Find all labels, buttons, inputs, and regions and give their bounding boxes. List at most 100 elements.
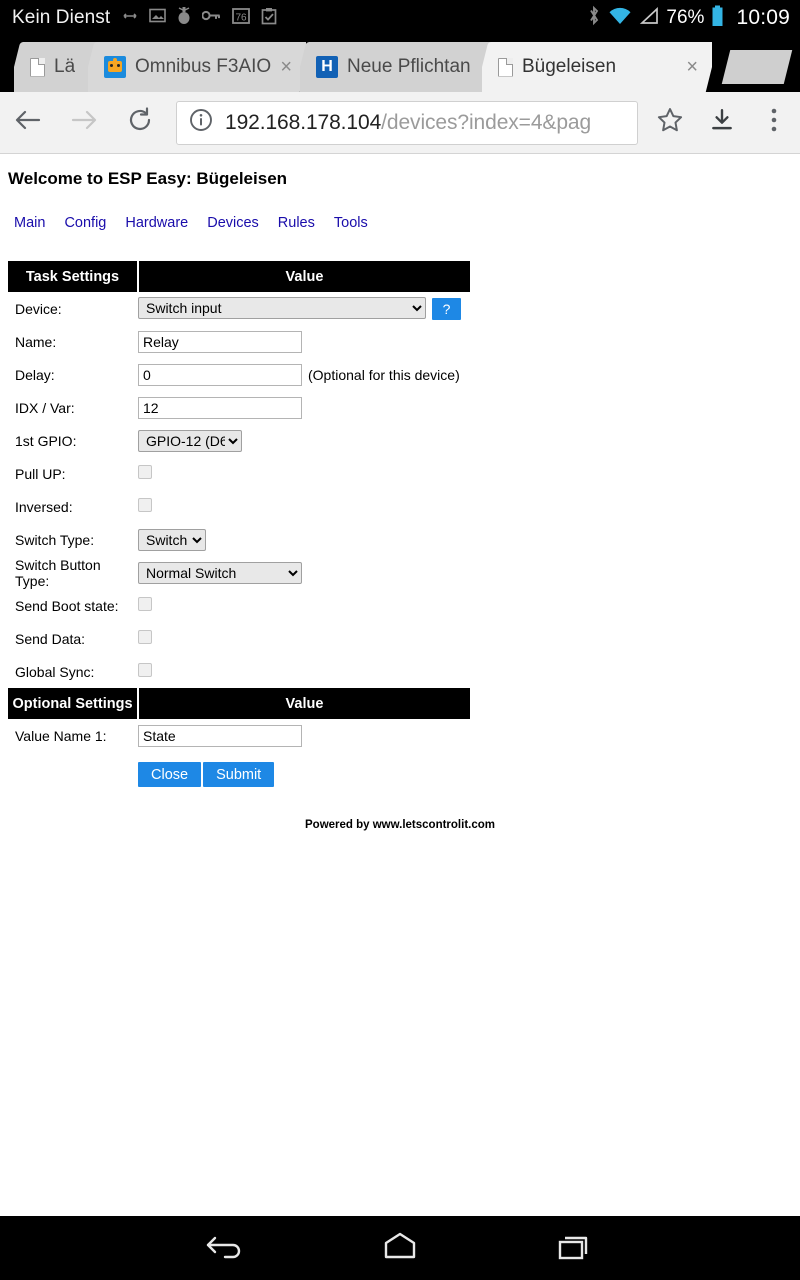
table-row-global-sync: Global Sync:	[8, 655, 470, 688]
table-row-delay: Delay: (Optional for this device)	[8, 358, 470, 391]
tab-title: Omnibus F3AIO	[135, 56, 272, 77]
close-button[interactable]: Close	[138, 762, 202, 787]
status-icons-left: 76	[122, 6, 277, 30]
delay-hint: (Optional for this device)	[308, 366, 460, 383]
android-home-icon	[378, 1230, 422, 1267]
inversed-checkbox[interactable]	[138, 498, 152, 512]
table-row-value-name-1: Value Name 1:	[8, 719, 470, 752]
task-settings-header-right: Value	[138, 261, 470, 292]
table-row-send-boot-state: Send Boot state:	[8, 589, 470, 622]
document-icon	[30, 57, 45, 77]
status-icons-right: 76% 10:09	[587, 5, 790, 32]
new-tab-button[interactable]	[721, 50, 793, 84]
arrows-lr-icon	[122, 8, 138, 29]
optional-settings-header-row: Optional Settings Value	[8, 688, 470, 719]
android-recents-button[interactable]	[543, 1216, 603, 1280]
table-row-send-data: Send Data:	[8, 622, 470, 655]
tab-title: Bügeleisen	[522, 56, 617, 77]
row-value: Normal Switch	[138, 556, 470, 589]
switch-button-type-select[interactable]: Normal Switch	[138, 561, 302, 584]
battery-icon	[711, 5, 724, 32]
table-row-pullup: Pull UP:	[8, 457, 470, 490]
android-status-bar: Kein Dienst 76 76% 10:09	[0, 0, 800, 36]
row-value	[138, 457, 470, 490]
value-name-1-input[interactable]	[138, 724, 302, 747]
android-back-button[interactable]	[197, 1216, 257, 1280]
nav-link-rules[interactable]: Rules	[278, 215, 315, 231]
url-text: 192.168.178.104/devices?index=4&pag	[225, 111, 591, 135]
url-host: 192.168.178.104	[225, 110, 382, 134]
row-label: Send Data:	[15, 630, 86, 647]
nav-link-main[interactable]: Main	[14, 215, 45, 231]
first-gpio-select[interactable]: GPIO-12 (D6)	[138, 429, 242, 452]
row-label: Value Name 1:	[15, 727, 107, 744]
tab-close-button[interactable]: ×	[686, 57, 698, 77]
forward-button[interactable]	[56, 92, 112, 154]
row-label: Inversed:	[15, 498, 73, 515]
omnibus-robot-icon	[104, 56, 126, 78]
table-row-actions: Close Submit	[8, 752, 470, 787]
row-value	[138, 589, 470, 622]
pull-up-checkbox[interactable]	[138, 465, 152, 479]
reload-icon	[126, 106, 154, 139]
info-circle-icon[interactable]	[189, 108, 213, 137]
signal-icon	[639, 6, 659, 31]
global-sync-checkbox[interactable]	[138, 663, 152, 677]
row-label: Delay:	[15, 366, 55, 383]
download-button[interactable]	[696, 92, 748, 154]
clock-label: 10:09	[736, 6, 790, 29]
row-label: IDX / Var:	[15, 399, 75, 416]
nav-link-hardware[interactable]: Hardware	[125, 215, 188, 231]
nav-link-devices[interactable]: Devices	[207, 215, 259, 231]
blue-h-icon: H	[316, 56, 338, 78]
wifi-icon	[608, 6, 632, 31]
android-home-button[interactable]	[370, 1216, 430, 1280]
page-footer: Powered by www.letscontrolit.com	[305, 819, 495, 831]
clipboard-check-icon	[261, 7, 277, 30]
row-label: Switch Type:	[15, 531, 95, 548]
row-value: (Optional for this device)	[138, 358, 470, 391]
idx-var-input[interactable]	[138, 396, 302, 419]
nav-link-tools[interactable]: Tools	[334, 215, 368, 231]
tab-close-button[interactable]: ×	[280, 57, 292, 77]
bomb-icon	[177, 6, 191, 30]
svg-text:76: 76	[236, 12, 248, 23]
forward-arrow-icon	[69, 105, 99, 140]
tab-title: Lä	[54, 56, 76, 77]
optional-settings-header-left: Optional Settings	[8, 688, 139, 719]
row-value	[138, 325, 470, 358]
three-dot-menu-icon	[770, 106, 778, 139]
key-icon	[201, 9, 221, 27]
send-boot-state-checkbox[interactable]	[138, 597, 152, 611]
nav-link-config[interactable]: Config	[64, 215, 106, 231]
device-help-button[interactable]: ?	[432, 298, 461, 321]
submit-button[interactable]: Submit	[203, 762, 275, 787]
browser-tab-1[interactable]: Omnibus F3AIO ×	[88, 42, 306, 92]
browser-tab-2[interactable]: H Neue Pflichtan	[300, 42, 496, 92]
device-select[interactable]: Switch input	[138, 296, 426, 319]
row-label: 1st GPIO:	[15, 432, 77, 449]
send-data-checkbox[interactable]	[138, 630, 152, 644]
back-button[interactable]	[0, 92, 56, 154]
reload-button[interactable]	[112, 92, 168, 154]
row-label: Device:	[15, 300, 62, 317]
bookmark-button[interactable]	[644, 92, 696, 154]
switch-type-select[interactable]: Switch	[138, 528, 206, 551]
delay-input[interactable]	[138, 363, 302, 386]
image-icon	[149, 7, 167, 29]
table-row-inversed: Inversed:	[8, 490, 470, 523]
browser-menu-button[interactable]	[748, 92, 800, 154]
table-row-device: Device: Switch input ?	[8, 292, 470, 325]
row-value	[138, 490, 470, 523]
table-row-name: Name:	[8, 325, 470, 358]
name-input[interactable]	[138, 330, 302, 353]
row-value: Switch	[138, 523, 470, 556]
document-icon	[498, 57, 513, 77]
row-value	[138, 391, 470, 424]
address-bar[interactable]: 192.168.178.104/devices?index=4&pag	[176, 100, 638, 145]
task-settings-header-row: Task Settings Value	[8, 261, 470, 292]
site-navigation: Main Config Hardware Devices Rules Tools	[0, 189, 800, 231]
browser-tab-3-active[interactable]: Bügeleisen ×	[482, 42, 712, 92]
table-row-switch-type: Switch Type: Switch	[8, 523, 470, 556]
browser-tab-strip: Lä Omnibus F3AIO × H Neue Pflichtan Büge…	[0, 36, 800, 92]
